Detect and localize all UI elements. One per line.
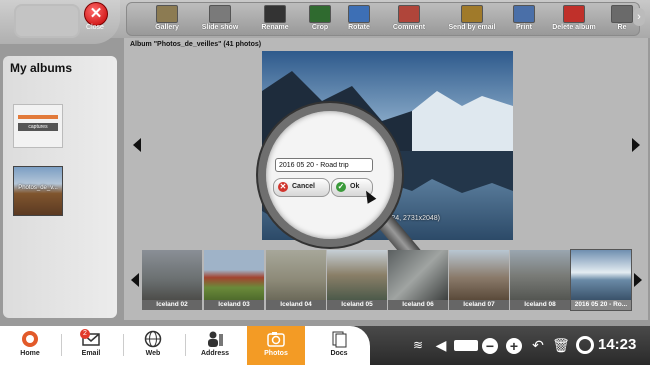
thumb-image xyxy=(388,250,448,300)
delete-album-button[interactable]: Delete album xyxy=(551,5,597,35)
send-email-button[interactable]: Send by email xyxy=(443,5,501,35)
previous-photo-arrow[interactable] xyxy=(133,138,141,152)
cancel-button[interactable]: ✕ Cancel xyxy=(273,178,330,197)
slideshow-button[interactable]: Slide show xyxy=(195,5,245,35)
thumb-image xyxy=(142,250,202,300)
rename-icon xyxy=(264,5,286,23)
web-icon xyxy=(144,330,162,348)
clock: 14:23 xyxy=(598,336,637,353)
app-logo xyxy=(14,4,80,38)
rotate-button[interactable]: Rotate xyxy=(341,5,377,35)
rename-input[interactable] xyxy=(275,158,373,172)
volume-icon[interactable]: ◀ xyxy=(432,335,450,355)
photos-icon xyxy=(267,332,285,347)
email-unread-badge: 2 xyxy=(80,329,90,339)
thumb-image xyxy=(449,250,509,300)
nav-photos[interactable]: Photos xyxy=(247,326,305,365)
album-thumbnail-photos[interactable]: Photos_de_v... xyxy=(13,166,63,216)
comment-icon xyxy=(398,5,420,23)
thumb-image xyxy=(327,250,387,300)
crop-icon xyxy=(309,5,331,23)
zoom-out-icon[interactable]: − xyxy=(482,338,498,354)
more-icon xyxy=(611,5,633,23)
undo-icon[interactable]: ↶ xyxy=(530,335,546,355)
filmstrip-thumb[interactable]: Iceland 05 xyxy=(327,250,387,310)
check-icon: ✓ xyxy=(336,182,346,192)
album-thumbnail-captures[interactable]: captures xyxy=(13,104,63,148)
filmstrip-thumb[interactable]: Iceland 04 xyxy=(266,250,326,310)
gallery-button[interactable]: Gallery xyxy=(145,5,189,35)
filmstrip-thumb[interactable]: Iceland 02 xyxy=(142,250,202,310)
delete-album-icon xyxy=(563,5,585,23)
print-icon xyxy=(513,5,535,23)
filmstrip-thumb-selected[interactable]: 2016 05 20 - Ro... xyxy=(570,249,632,311)
albums-title: My albums xyxy=(10,61,73,75)
thumb-image xyxy=(571,250,631,300)
nav-email[interactable]: Email xyxy=(62,326,120,365)
docs-icon xyxy=(332,331,347,348)
cancel-icon: ✕ xyxy=(278,182,288,192)
rename-button[interactable]: Rename xyxy=(255,5,295,35)
nav-address[interactable]: Address xyxy=(186,326,244,365)
nav-web[interactable]: Web xyxy=(124,326,182,365)
filmstrip-thumb[interactable]: Iceland 08 xyxy=(510,250,570,310)
tools-bar: Gallery Slide show Rename Crop Rotate Co… xyxy=(126,2,640,36)
album-name: captures xyxy=(18,123,58,131)
thumb-image xyxy=(204,250,264,300)
more-button[interactable]: Re xyxy=(611,5,633,35)
slideshow-icon xyxy=(209,5,231,23)
filmstrip-thumb[interactable]: Iceland 06 xyxy=(388,250,448,310)
album-name: Photos_de_v... xyxy=(18,185,58,191)
close-label: Close xyxy=(86,24,104,31)
send-email-icon xyxy=(461,5,483,23)
comment-button[interactable]: Comment xyxy=(387,5,431,35)
close-button[interactable]: ✕ xyxy=(84,2,108,26)
help-lifebuoy-icon[interactable] xyxy=(576,336,594,354)
next-photo-arrow[interactable] xyxy=(632,138,640,152)
filmstrip-thumb[interactable]: Iceland 03 xyxy=(204,250,264,310)
album-header: Album "Photos_de_veilles" (41 photos) xyxy=(130,41,262,48)
nav-home[interactable]: Home xyxy=(1,326,59,365)
crop-button[interactable]: Crop xyxy=(305,5,335,35)
zoom-in-icon[interactable]: + xyxy=(506,338,522,354)
filmstrip-thumb[interactable]: Iceland 07 xyxy=(449,250,509,310)
albums-panel: My albums captures Photos_de_v... xyxy=(3,56,117,318)
address-icon xyxy=(208,331,223,347)
toolbar-scroll-right-button[interactable]: › xyxy=(633,8,645,26)
print-button[interactable]: Print xyxy=(509,5,539,35)
trash-icon[interactable]: 🗑 xyxy=(552,335,570,355)
thumb-image xyxy=(510,250,570,300)
battery-icon xyxy=(454,340,478,351)
filmstrip-next-arrow[interactable] xyxy=(634,273,642,287)
album-decoration xyxy=(18,115,58,119)
gallery-icon xyxy=(156,5,178,23)
rotate-icon xyxy=(348,5,370,23)
thumb-image xyxy=(266,250,326,300)
nav-docs[interactable]: Docs xyxy=(310,326,368,365)
magnifier-lens xyxy=(258,103,402,247)
home-icon xyxy=(22,331,38,347)
wifi-icon[interactable]: ≋ xyxy=(408,335,428,355)
filmstrip-prev-arrow[interactable] xyxy=(131,273,139,287)
